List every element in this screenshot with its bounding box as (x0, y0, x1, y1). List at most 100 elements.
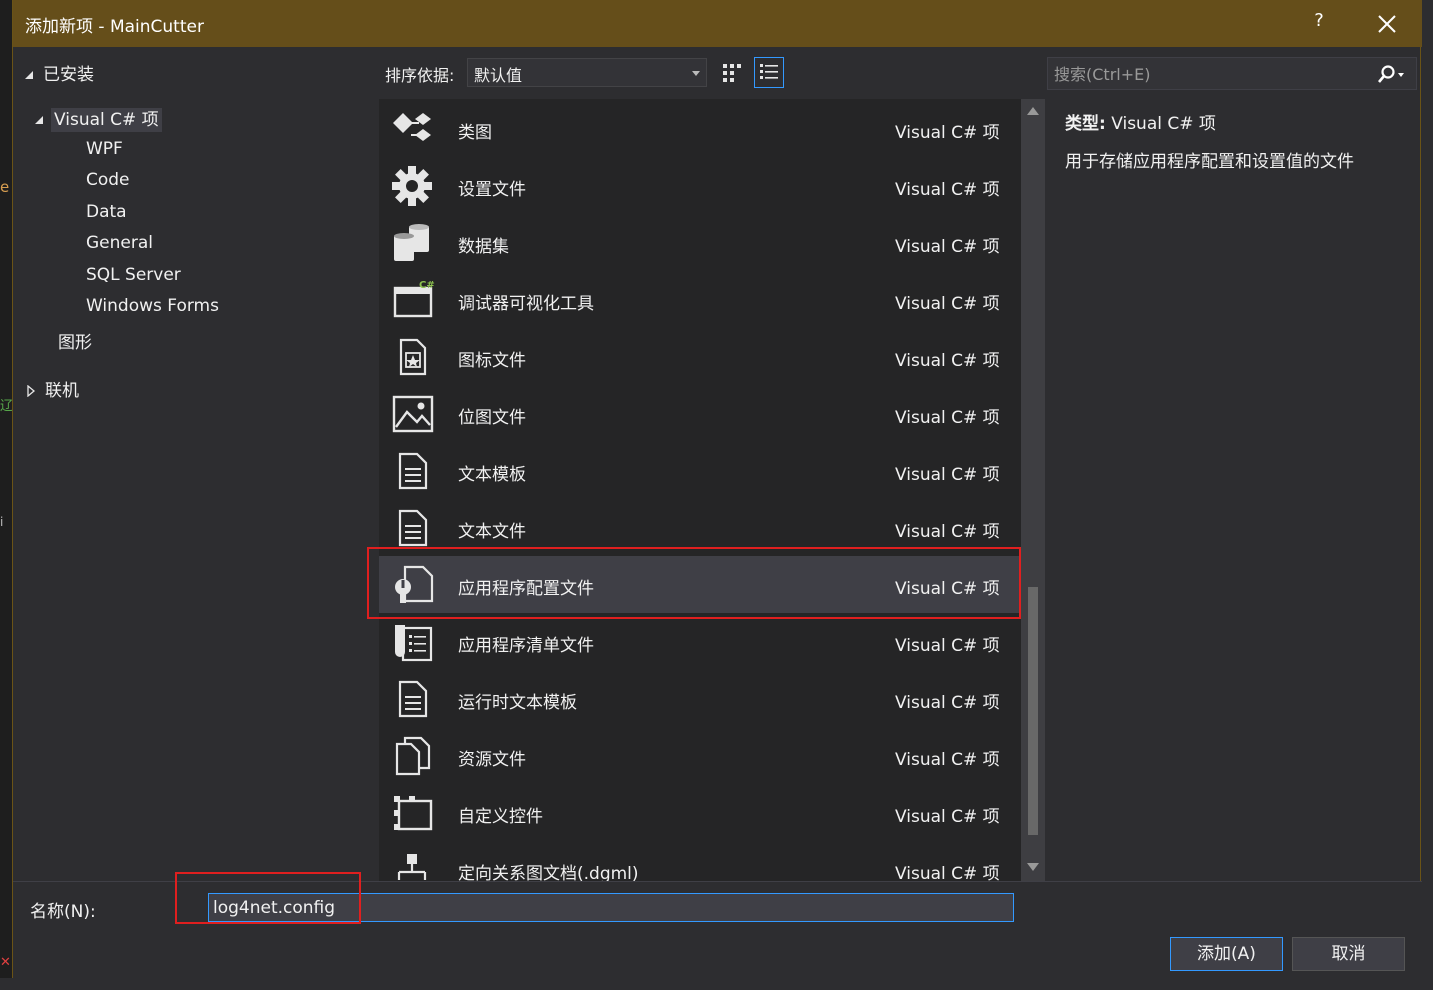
item-type: Visual C# 项 (895, 693, 1000, 713)
template-list[interactable]: 类图 Visual C# 项 设置文件 Visual C# 项 数据集 Visu… (379, 99, 1021, 881)
dataset-icon (391, 223, 435, 263)
search-box[interactable] (1047, 57, 1417, 90)
list-item[interactable]: 文本文件 Visual C# 项 (379, 499, 1021, 556)
tree-node-online[interactable]: 联机 (25, 376, 79, 401)
list-item[interactable]: 自定义控件 Visual C# 项 (379, 784, 1021, 841)
list-item[interactable]: 设置文件 Visual C# 项 (379, 157, 1021, 214)
scroll-up-arrow-icon[interactable] (1027, 107, 1039, 115)
custom-control-icon (391, 793, 435, 833)
list-item[interactable]: 位图文件 Visual C# 项 (379, 385, 1021, 442)
item-type: Visual C# 项 (895, 807, 1000, 827)
class-diagram-icon (391, 109, 435, 149)
tree-node-installed[interactable]: 已安装 (23, 60, 94, 85)
list-view-icon (760, 64, 778, 79)
sort-label: 排序依据: (385, 66, 455, 85)
gear-icon (391, 166, 435, 206)
item-type: Visual C# 项 (895, 864, 1000, 881)
list-item[interactable]: 应用程序清单文件 Visual C# 项 (379, 613, 1021, 670)
svg-text:C#: C# (419, 280, 435, 291)
item-name: 资源文件 (458, 750, 526, 770)
sort-value: 默认值 (474, 66, 523, 85)
bitmap-icon (391, 394, 435, 434)
chevron-down-icon (692, 71, 700, 76)
tree-node-sql-server[interactable]: SQL Server (86, 265, 181, 285)
details-pane: 类型: Visual C# 项 用于存储应用程序配置和设置值的文件 (1047, 99, 1417, 881)
ide-background-strip: e 辽 i ✕ (0, 0, 13, 990)
text-file-icon (391, 508, 435, 548)
item-name: 类图 (458, 123, 492, 143)
name-input[interactable] (208, 893, 1014, 922)
window-title: 添加新项 - MainCutter (25, 17, 204, 37)
item-name: 自定义控件 (458, 807, 543, 827)
tree-node-data[interactable]: Data (86, 202, 127, 222)
item-name: 设置文件 (458, 180, 526, 200)
tree-label: 联机 (45, 381, 79, 401)
list-item[interactable]: 图标文件 Visual C# 项 (379, 328, 1021, 385)
sort-dropdown[interactable]: 默认值 (467, 58, 707, 87)
bottom-bar: 名称(N): 添加(A) 取消 (13, 881, 1422, 978)
small-icons-view-button[interactable] (717, 57, 747, 88)
scroll-down-arrow-icon[interactable] (1027, 863, 1039, 871)
add-new-item-dialog: 添加新项 - MainCutter ? 已安装 Visual C# 项 WPF … (12, 0, 1422, 978)
list-item[interactable]: 文本模板 Visual C# 项 (379, 442, 1021, 499)
item-type: Visual C# 项 (895, 351, 1000, 371)
item-type: Visual C# 项 (895, 123, 1000, 143)
tree-node-code[interactable]: Code (86, 170, 130, 190)
tree-node-visual-csharp[interactable]: Visual C# 项 (33, 105, 162, 132)
runtime-template-icon (391, 679, 435, 719)
grid-view-icon (723, 64, 741, 82)
search-icon[interactable] (1376, 64, 1404, 86)
list-item[interactable]: 定向关系图文档(.dgml) Visual C# 项 (379, 841, 1021, 881)
list-item[interactable]: 数据集 Visual C# 项 (379, 214, 1021, 271)
type-line: 类型: Visual C# 项 (1065, 109, 1216, 134)
list-item[interactable]: 类图 Visual C# 项 (379, 100, 1021, 157)
help-button[interactable]: ? (1307, 10, 1331, 31)
list-item[interactable]: C# 调试器可视化工具 Visual C# 项 (379, 271, 1021, 328)
tree-node-wpf[interactable]: WPF (86, 139, 123, 159)
text-template-icon (391, 451, 435, 491)
item-name: 数据集 (458, 237, 509, 257)
item-type: Visual C# 项 (895, 522, 1000, 542)
tree-node-general[interactable]: General (86, 233, 153, 253)
tree-label: Visual C# 项 (51, 108, 162, 132)
resource-file-icon (391, 736, 435, 776)
config-file-icon (391, 565, 435, 605)
ide-error-icon: ✕ (0, 955, 11, 970)
item-name: 应用程序配置文件 (458, 579, 594, 599)
category-tree: 已安装 Visual C# 项 WPF Code Data General SQ… (13, 50, 373, 880)
item-name: 文本模板 (458, 465, 526, 485)
add-button[interactable]: 添加(A) (1170, 937, 1283, 971)
close-button[interactable] (1375, 8, 1399, 36)
item-name: 位图文件 (458, 408, 526, 428)
type-label: 类型: (1065, 114, 1106, 134)
close-icon (1378, 15, 1396, 33)
item-name: 调试器可视化工具 (458, 294, 594, 314)
tree-node-graphics[interactable]: 图形 (58, 328, 92, 353)
item-type: Visual C# 项 (895, 294, 1000, 314)
list-item[interactable]: 运行时文本模板 Visual C# 项 (379, 670, 1021, 727)
debugger-visualizer-icon: C# (391, 280, 435, 320)
expanded-caret-icon (25, 71, 33, 79)
manifest-icon (391, 622, 435, 662)
search-input[interactable] (1054, 62, 1364, 86)
item-type: Visual C# 项 (895, 180, 1000, 200)
name-label: 名称(N): (30, 902, 96, 922)
tree-node-windows-forms[interactable]: Windows Forms (86, 296, 219, 316)
item-name: 运行时文本模板 (458, 693, 577, 713)
list-view-button[interactable] (754, 57, 784, 88)
ide-code-glyph: i (0, 515, 4, 529)
cancel-button[interactable]: 取消 (1292, 937, 1405, 971)
collapsed-caret-icon (27, 384, 36, 398)
list-item-selected[interactable]: 应用程序配置文件 Visual C# 项 (379, 556, 1021, 613)
item-type: Visual C# 项 (895, 408, 1000, 428)
dgml-icon (391, 850, 435, 881)
item-type: Visual C# 项 (895, 579, 1000, 599)
title-bar[interactable]: 添加新项 - MainCutter ? (13, 0, 1422, 47)
item-name: 图标文件 (458, 351, 526, 371)
list-scrollbar[interactable] (1021, 99, 1045, 881)
item-description: 用于存储应用程序配置和设置值的文件 (1065, 152, 1354, 172)
item-type: Visual C# 项 (895, 237, 1000, 257)
scroll-thumb[interactable] (1028, 587, 1038, 835)
list-item[interactable]: 资源文件 Visual C# 项 (379, 727, 1021, 784)
ide-code-glyph: e (0, 178, 10, 196)
